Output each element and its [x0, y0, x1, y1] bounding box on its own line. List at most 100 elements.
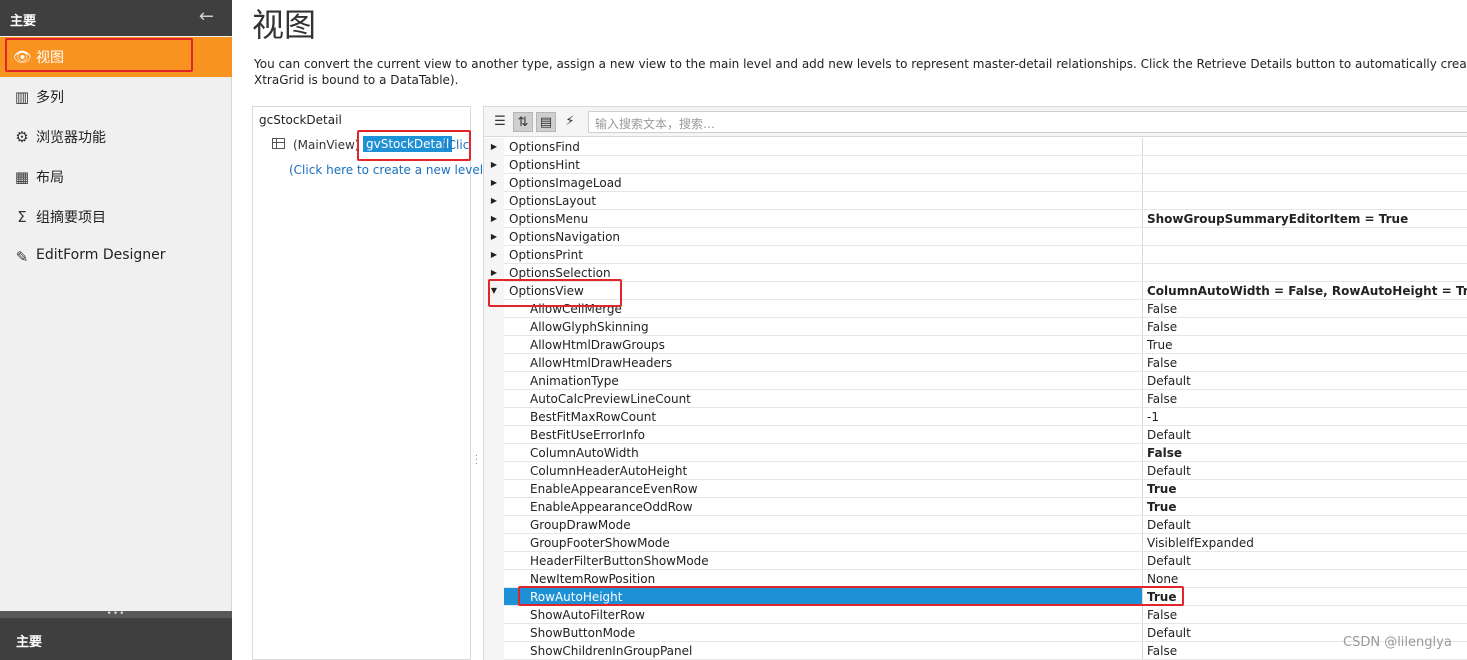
sidebar-header: 主要 ← [0, 0, 232, 36]
highlight-box-optionsview [488, 279, 622, 307]
property-pages-icon[interactable]: ▤ [536, 112, 556, 132]
property-toolbar: ☰ ⇅ ▤ ⚡ 输入搜索文本，搜索… [484, 107, 1467, 137]
property-value[interactable]: True [1143, 498, 1467, 516]
sidebar-item-5[interactable]: ✎ EditForm Designer [0, 237, 232, 277]
events-lightning-icon[interactable]: ⚡ [560, 112, 580, 132]
property-value[interactable]: False [1143, 300, 1467, 318]
property-value[interactable]: False [1143, 390, 1467, 408]
row-indent [484, 354, 504, 372]
panel-splitter-handle[interactable]: ... [475, 450, 478, 467]
expand-arrow-icon[interactable]: ▶ [484, 246, 504, 264]
property-row[interactable]: ▶ OptionsSelection [484, 264, 1467, 282]
property-row[interactable]: ColumnAutoWidth False [484, 444, 1467, 462]
expand-arrow-icon[interactable]: ▶ [484, 192, 504, 210]
property-name: AllowGlyphSkinning [504, 318, 1143, 336]
sidebar-header-title: 主要 [10, 14, 37, 29]
property-row[interactable]: AllowHtmlDrawHeaders False [484, 354, 1467, 372]
sidebar-item-label: 组摘要项目 [36, 210, 106, 226]
property-row[interactable]: EnableAppearanceOddRow True [484, 498, 1467, 516]
sidebar-footer-title[interactable]: 主要 [16, 631, 42, 650]
property-value[interactable] [1143, 264, 1467, 282]
expand-arrow-icon[interactable]: ▶ [484, 174, 504, 192]
property-name: EnableAppearanceEvenRow [504, 480, 1143, 498]
property-row[interactable]: ▶ OptionsFind [484, 138, 1467, 156]
row-indent [484, 444, 504, 462]
property-name: AllowHtmlDrawHeaders [504, 354, 1143, 372]
property-value[interactable] [1143, 174, 1467, 192]
property-value[interactable]: True [1143, 588, 1467, 606]
property-value[interactable] [1143, 192, 1467, 210]
property-value[interactable]: Default [1143, 552, 1467, 570]
property-value[interactable]: ColumnAutoWidth = False, RowAutoHeight =… [1143, 282, 1467, 300]
create-level-link[interactable]: (Click here to create a new level) [289, 163, 488, 177]
highlight-box-nav [5, 38, 193, 72]
property-row[interactable]: BestFitMaxRowCount -1 [484, 408, 1467, 426]
property-name: OptionsPrint [504, 246, 1143, 264]
sidebar-item-4[interactable]: Σ 组摘要项目 [0, 197, 232, 237]
property-value[interactable] [1143, 156, 1467, 174]
property-value[interactable]: None [1143, 570, 1467, 588]
collapse-arrow-icon[interactable]: ← [199, 6, 214, 27]
property-value[interactable]: False [1143, 444, 1467, 462]
property-name: AllowHtmlDrawGroups [504, 336, 1143, 354]
property-value[interactable] [1143, 138, 1467, 156]
expand-arrow-icon[interactable]: ▶ [484, 138, 504, 156]
property-value[interactable]: True [1143, 336, 1467, 354]
property-name: OptionsHint [504, 156, 1143, 174]
sidebar-item-3[interactable]: ▦ 布局 [0, 157, 232, 197]
property-name: GroupFooterShowMode [504, 534, 1143, 552]
expand-arrow-icon[interactable]: ▶ [484, 156, 504, 174]
property-search-input[interactable]: 输入搜索文本，搜索… [588, 111, 1467, 133]
sidebar-item-1[interactable]: ▥ 多列 [0, 77, 232, 117]
row-indent [484, 534, 504, 552]
expand-arrow-icon[interactable]: ▶ [484, 228, 504, 246]
property-row[interactable]: ▶ OptionsLayout [484, 192, 1467, 210]
property-row[interactable]: ShowButtonMode Default [484, 624, 1467, 642]
property-row[interactable]: ShowChildrenInGroupPanel False [484, 642, 1467, 660]
property-value[interactable]: VisibleIfExpanded [1143, 534, 1467, 552]
property-row[interactable]: ▶ OptionsNavigation [484, 228, 1467, 246]
property-row[interactable]: AllowHtmlDrawGroups True [484, 336, 1467, 354]
property-value[interactable] [1143, 228, 1467, 246]
property-row[interactable]: ▶ OptionsPrint [484, 246, 1467, 264]
property-row[interactable]: BestFitUseErrorInfo Default [484, 426, 1467, 444]
property-row[interactable]: HeaderFilterButtonShowMode Default [484, 552, 1467, 570]
categorized-view-icon[interactable]: ☰ [490, 112, 510, 132]
property-row[interactable]: GroupFooterShowMode VisibleIfExpanded [484, 534, 1467, 552]
property-value[interactable]: Default [1143, 426, 1467, 444]
property-row[interactable]: ▶ OptionsImageLoad [484, 174, 1467, 192]
alphabetical-sort-icon[interactable]: ⇅ [513, 112, 533, 132]
row-indent [484, 624, 504, 642]
property-name: OptionsMenu [504, 210, 1143, 228]
property-value[interactable]: Default [1143, 516, 1467, 534]
property-value[interactable]: Default [1143, 462, 1467, 480]
resize-grip-icon[interactable]: ••• [0, 610, 232, 619]
property-value[interactable]: Default [1143, 372, 1467, 390]
property-row[interactable]: AnimationType Default [484, 372, 1467, 390]
property-value[interactable]: False [1143, 354, 1467, 372]
property-row[interactable]: EnableAppearanceEvenRow True [484, 480, 1467, 498]
highlight-box-rowautoheight [518, 586, 1184, 606]
property-row[interactable]: AllowCellMerge False [484, 300, 1467, 318]
property-value[interactable]: False [1143, 318, 1467, 336]
page-description: You can convert the current view to anot… [254, 56, 1467, 88]
property-row[interactable]: ColumnHeaderAutoHeight Default [484, 462, 1467, 480]
property-value[interactable]: ShowGroupSummaryEditorItem = True [1143, 210, 1467, 228]
watermark: CSDN @lilenglya [1343, 635, 1452, 650]
property-row[interactable]: AutoCalcPreviewLineCount False [484, 390, 1467, 408]
property-row[interactable]: ▶ OptionsMenu ShowGroupSummaryEditorItem =… [484, 210, 1467, 228]
property-row[interactable]: ShowAutoFilterRow False [484, 606, 1467, 624]
property-value[interactable] [1143, 246, 1467, 264]
expand-arrow-icon[interactable]: ▶ [484, 210, 504, 228]
property-row[interactable]: ▶ OptionsHint [484, 156, 1467, 174]
property-row[interactable]: GroupDrawMode Default [484, 516, 1467, 534]
page-title: 视图 [252, 6, 317, 44]
property-value[interactable]: False [1143, 606, 1467, 624]
tree-root-node[interactable]: gcStockDetail [259, 113, 342, 127]
property-value[interactable]: -1 [1143, 408, 1467, 426]
property-row[interactable]: AllowGlyphSkinning False [484, 318, 1467, 336]
property-grid: ☰ ⇅ ▤ ⚡ 输入搜索文本，搜索… ▶ OptionsFind ▶ OptionsH… [483, 106, 1467, 660]
property-value[interactable]: True [1143, 480, 1467, 498]
property-row[interactable]: ▼ OptionsView ColumnAutoWidth = False, Row… [484, 282, 1467, 300]
sidebar-item-2[interactable]: ⚙ 浏览器功能 [0, 117, 232, 157]
